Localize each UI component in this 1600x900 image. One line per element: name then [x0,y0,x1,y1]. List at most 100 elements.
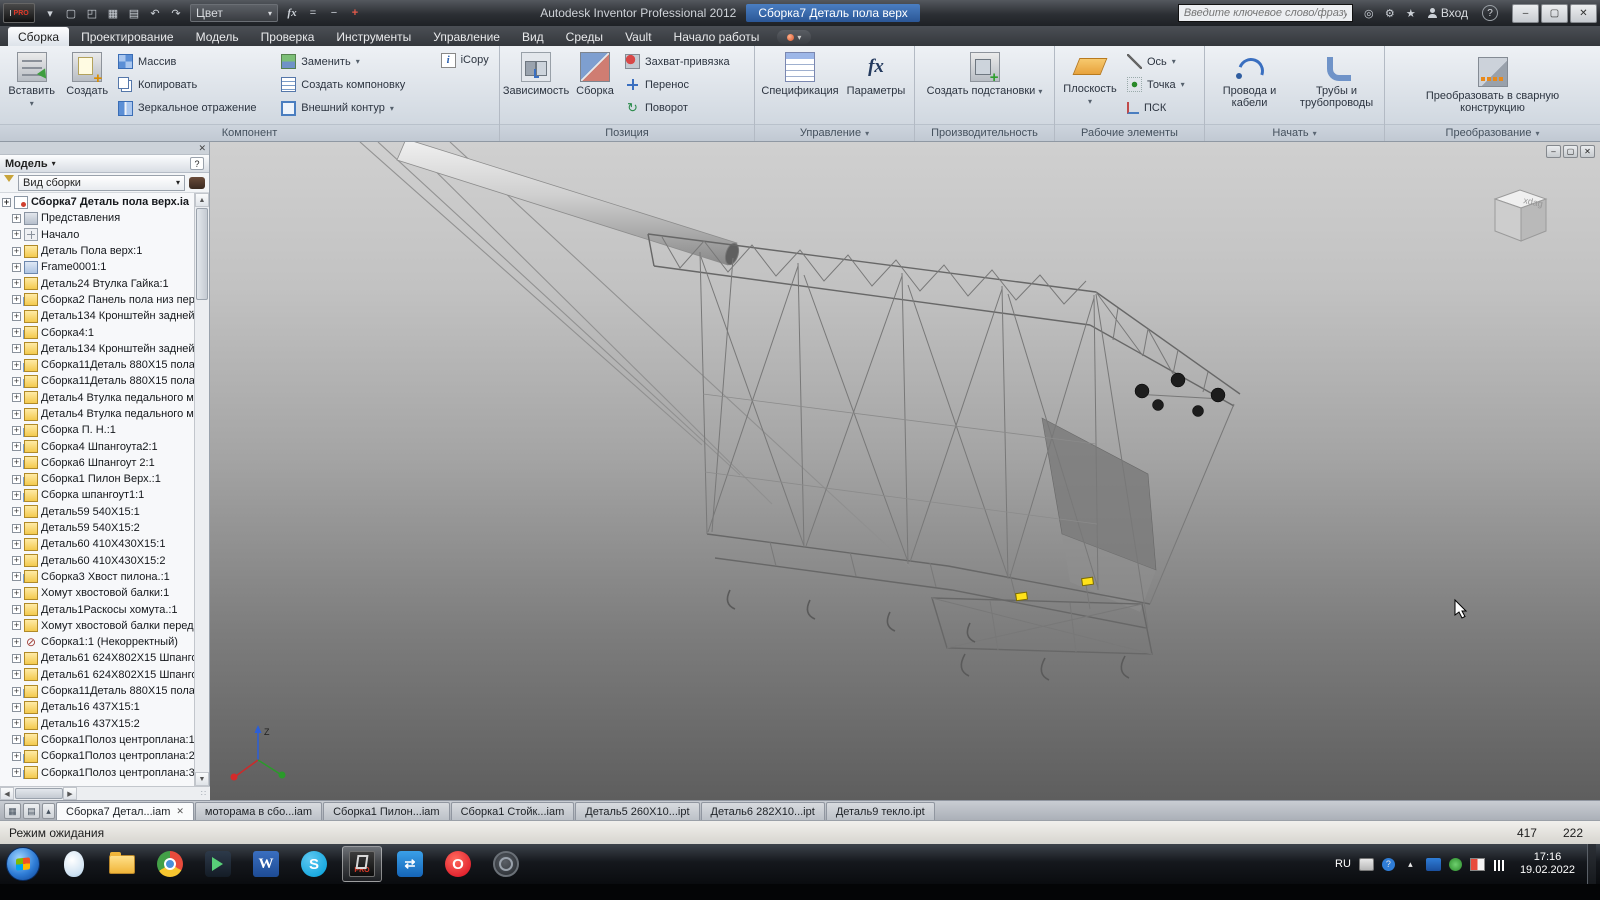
taskbar-word[interactable]: W [246,846,286,882]
document-tab[interactable]: Деталь9 текло.ipt [826,802,935,820]
ribbon-tab-Проектирование[interactable]: Проектирование [71,27,184,46]
equals-icon[interactable]: = [303,4,323,22]
expand-icon[interactable]: + [12,377,21,386]
document-close-button[interactable]: ✕ [1580,145,1595,158]
tree-item[interactable]: + Сборка шпангоут1:1 [0,487,195,503]
3d-viewport[interactable]: xdag Z ‒▢✕ [210,142,1600,800]
ribbon-tab-Сборка[interactable]: Сборка [8,27,69,46]
expand-icon[interactable]: + [12,768,21,777]
convert-group-caption[interactable]: Преобразование▾ [1385,124,1600,141]
document-minimize-button[interactable]: ‒ [1546,145,1561,158]
tile-windows-icon[interactable]: ▦ [4,803,21,819]
expand-icon[interactable]: + [12,247,21,256]
taskbar-opera[interactable]: O [438,846,478,882]
tree-item[interactable]: + Деталь1Раскосы хомута.:1 [0,601,195,617]
assemble-button[interactable]: Сборка [571,49,619,121]
browser-horizontal-scrollbar[interactable]: ◀ ▶ ∷ [0,786,210,800]
tree-item[interactable]: + Деталь60 410X430X15:2 [0,553,195,569]
move-button[interactable]: Перенос [622,75,742,95]
ribbon-tab-Модель[interactable]: Модель [186,27,249,46]
work-plane-button[interactable]: Плоскость ▾ [1059,49,1121,121]
tree-item[interactable]: + Деталь4 Втулка педального мех [0,406,195,422]
clock[interactable]: 17:16 19.02.2022 [1520,851,1575,877]
document-tab[interactable]: Деталь6 282X10...ipt [701,802,825,820]
expand-icon[interactable]: + [12,442,21,451]
expand-icon[interactable]: + [12,426,21,435]
constrain-button[interactable]: Зависимость [504,49,568,121]
document-tab[interactable]: Сборка1 Стойк...iam [451,802,575,820]
taskbar-browser[interactable] [150,846,190,882]
expand-icon[interactable]: + [12,214,21,223]
minus-icon[interactable]: − [324,4,344,22]
document-tab[interactable]: Сборка7 Детал...iam ✕ [56,802,194,820]
expand-icon[interactable]: + [12,687,21,696]
document-maximize-button[interactable]: ▢ [1563,145,1578,158]
grip-snap-button[interactable]: Захват-привязка [622,52,742,72]
tree-item[interactable]: + Деталь134 Кронштейн задней к [0,308,195,324]
tree-item[interactable]: + Сборка11Деталь 880X15 пола н [0,373,195,389]
sign-in-button[interactable]: Вход [1427,6,1468,20]
app-menu-icon[interactable]: ▾ [40,4,60,22]
copy-button[interactable]: Копировать [115,75,275,95]
vertical-scroll-thumb[interactable] [196,208,208,300]
tree-item[interactable]: + Сборка1 Пилон Верх.:1 [0,471,195,487]
cascade-windows-icon[interactable]: ▤ [23,803,40,819]
add-icon[interactable]: + [345,4,365,22]
expand-icon[interactable]: + [12,654,21,663]
antivirus-tray-icon[interactable] [1449,858,1462,871]
tree-item[interactable]: + Сборка2 Панель пола низ перед [0,292,195,308]
assembly-view-dropdown[interactable]: Вид сборки▾ [18,175,185,191]
tree-item[interactable]: + Деталь24 Втулка Гайка:1 [0,275,195,291]
productivity-group-caption[interactable]: Производительность [915,124,1054,141]
ribbon-tab-Инструменты[interactable]: Инструменты [326,27,421,46]
manage-group-caption[interactable]: Управление▾ [755,124,914,141]
ribbon-tab-Начало работы[interactable]: Начало работы [664,27,770,46]
fx-icon[interactable]: fx [282,4,302,22]
expand-icon[interactable]: + [12,589,21,598]
expand-icon[interactable]: + [12,621,21,630]
scroll-up-icon[interactable]: ▲ [195,193,209,207]
tree-item[interactable]: + Деталь59 540X15:1 [0,504,195,520]
filter-icon[interactable] [4,175,14,187]
expand-icon[interactable]: + [12,703,21,712]
panel-grip[interactable]: ∷ [201,787,210,800]
tree-item[interactable]: + Сборка6 Шпангоут 2:1 [0,455,195,471]
expand-icon[interactable]: + [12,491,21,500]
tree-item[interactable]: + Сборка11Деталь 880X15 пола н [0,357,195,373]
find-icon[interactable] [189,177,205,189]
help-icon[interactable]: ? [1482,5,1498,21]
work-point-button[interactable]: Точка▾ [1124,75,1198,95]
expand-icon[interactable]: + [12,556,21,565]
expand-icon[interactable]: + [12,670,21,679]
close-tab-icon[interactable]: ✕ [176,806,184,817]
expand-icon[interactable]: + [12,475,21,484]
expand-icon[interactable]: + [12,752,21,761]
tree-item[interactable]: + Сборка П. Н.:1 [0,422,195,438]
create-substitutes-button[interactable]: Создать подстановки ▾ [925,49,1045,121]
create-layout-button[interactable]: Создать компоновку [278,75,434,95]
expand-icon[interactable]: + [12,328,21,337]
tree-item[interactable]: + Сборка11Деталь 880X15 пола н [0,683,195,699]
ribbon-tab-Проверка[interactable]: Проверка [251,27,325,46]
action-center-icon[interactable] [1470,858,1485,871]
taskbar-explorer[interactable] [102,846,142,882]
expand-icon[interactable]: + [12,393,21,402]
star-icon[interactable]: ★ [1401,4,1421,22]
language-indicator[interactable]: RU [1335,858,1351,870]
ribbon-tab-Среды[interactable]: Среды [556,27,613,46]
component-group-caption[interactable]: Компонент [0,124,499,141]
browser-help-icon[interactable]: ? [190,157,204,170]
binoculars-icon[interactable]: ◎ [1359,4,1379,22]
horizontal-scroll-thumb[interactable] [15,788,63,799]
expand-icon[interactable]: + [12,312,21,321]
document-tab[interactable]: Деталь5 260X10...ipt [575,802,699,820]
convert-to-weldment-button[interactable]: Преобразовать в сварную конструкцию [1408,54,1578,116]
ucs-button[interactable]: ПСК [1124,98,1198,118]
save-icon[interactable]: ▦ [103,4,123,22]
tree-item[interactable]: + Деталь60 410X430X15:1 [0,536,195,552]
print-icon[interactable]: ▤ [124,4,144,22]
network-icon[interactable] [1493,858,1508,871]
expand-icon[interactable]: + [12,572,21,581]
bom-button[interactable]: Спецификация [760,49,840,121]
work-features-group-caption[interactable]: Рабочие элементы [1055,124,1204,141]
